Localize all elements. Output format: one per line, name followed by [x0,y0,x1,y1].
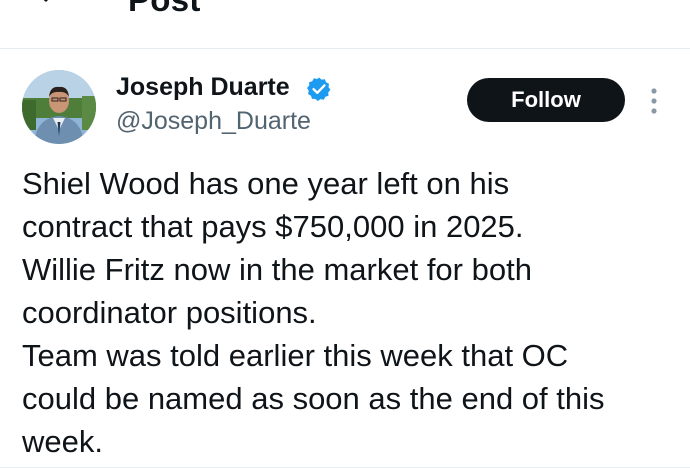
arrow-left-icon[interactable] [30,0,68,14]
author-name[interactable]: Joseph Duarte [116,71,290,103]
post-text-line: contract that pays $750,000 in 2025. [22,209,524,244]
post-text-line: Willie Fritz now in the market for both [22,252,532,287]
post-text-line: Team was told earlier this week that OC [22,338,569,373]
verified-badge-icon [307,77,331,101]
post-page: Post Joseph Duarte @Joseph_Duarte Follow [0,0,690,468]
avatar[interactable] [22,70,96,144]
post-text-line: week. [22,424,103,459]
post-text-line: could be named as soon as the end of thi… [22,381,605,416]
header-divider [0,48,690,49]
post-text: Shiel Wood has one year left on his cont… [22,162,682,463]
follow-button[interactable]: Follow [467,78,625,122]
top-bar: Post [0,0,690,48]
author-handle[interactable]: @Joseph_Duarte [116,105,311,137]
post-text-line: Shiel Wood has one year left on his [22,166,510,201]
post-text-line: coordinator positions. [22,295,317,330]
page-title: Post [128,0,201,20]
avatar-image [22,70,96,144]
more-vertical-icon[interactable] [646,86,662,116]
